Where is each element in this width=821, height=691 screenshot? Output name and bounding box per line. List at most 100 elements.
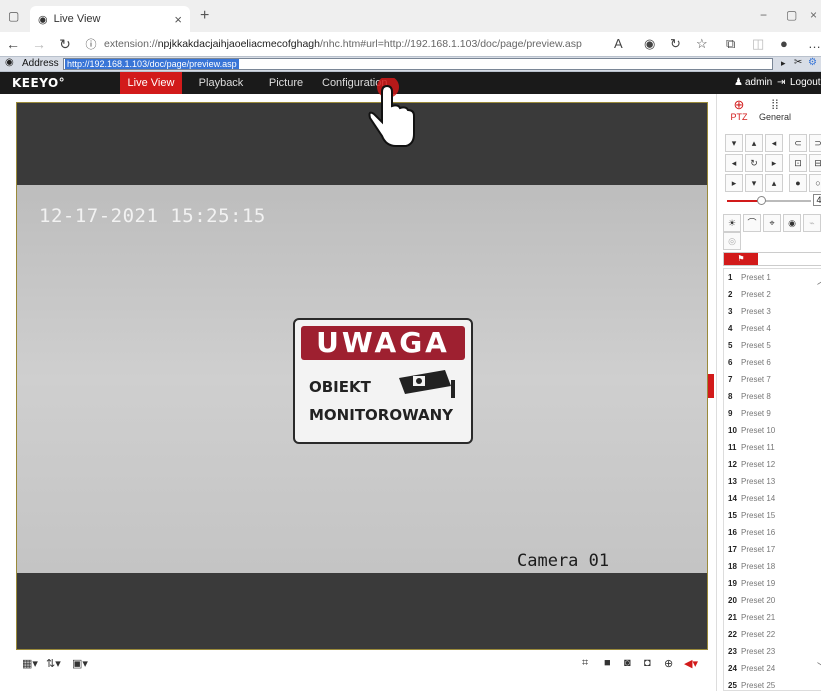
preset-row[interactable]: 19 Preset 19 [724,575,821,592]
collections-icon[interactable]: ⧉ [726,36,735,52]
iris-close-icon[interactable]: ○ [809,174,821,192]
preset-row[interactable]: 9 Preset 9 [724,405,821,422]
logout-icon[interactable]: ⇥ [777,77,785,88]
compat-icon[interactable]: ✂ [794,57,802,68]
preset-row[interactable]: 8 Preset 8 [724,388,821,405]
go-icon[interactable]: ▸ [781,58,786,69]
aspect-icon[interactable]: ▣▾ [72,657,88,670]
tab-close-icon[interactable]: × [174,12,182,27]
url-field[interactable]: extension://npjkkakdacjaihjaoeliacmecofg… [104,38,582,50]
preset-row[interactable]: 16 Preset 16 [724,524,821,541]
panel-collapse-handle[interactable] [708,374,714,398]
tab-live-view[interactable]: Live View [120,72,182,94]
browser-tab[interactable]: ◉ Live View × [30,6,190,32]
preset-row[interactable]: 7 Preset 7 [724,371,821,388]
speed-knob[interactable] [756,196,766,205]
maximize-button[interactable]: ▢ [786,8,797,22]
info-icon[interactable]: ⓘ [78,36,104,52]
tab-picture[interactable]: Picture [260,72,312,94]
preset-label: Preset 18 [741,562,776,571]
preset-tab-icon[interactable]: ⚑ [724,253,758,265]
preset-row[interactable]: 25 Preset 25 [724,677,821,690]
preset-row[interactable]: 5 Preset 5 [724,337,821,354]
zoom-out-icon[interactable]: ⊃ [809,134,821,152]
stop-icon[interactable]: ■ [604,657,611,669]
preset-row[interactable]: 17 Preset 17 [724,541,821,558]
crop-icon[interactable]: ⌗ [582,657,588,670]
tab-general[interactable]: ⁞⁞ General [755,98,795,122]
ptz-auto-icon[interactable]: ↻ [745,154,763,172]
preset-row[interactable]: 15 Preset 15 [724,507,821,524]
favorites-icon[interactable]: ☆ [696,36,708,52]
address-input[interactable]: http://192.168.1.103/doc/page/preview.as… [63,58,773,70]
preset-row[interactable]: 21 Preset 21 [724,609,821,626]
ptz-right-icon[interactable]: ▸ [765,154,783,172]
profile-icon[interactable]: ● [780,36,788,51]
ptz-down-left-icon[interactable]: ▸ [725,174,743,192]
ptz-speed-slider[interactable] [727,196,811,205]
focus-aux-icon[interactable]: ⌖ [763,214,781,232]
read-aloud-icon[interactable]: A [614,36,623,51]
extension-icon[interactable]: ◉ [644,36,655,52]
preset-row[interactable]: 4 Preset 4 [724,320,821,337]
scroll-down-icon[interactable]: ﹀ [817,660,821,673]
zoom-icon[interactable]: ⊕ [664,657,673,670]
preset-row[interactable]: 12 Preset 12 [724,456,821,473]
new-tab-button[interactable]: + [200,7,209,25]
ptz-up-left-icon[interactable]: ▾ [725,134,743,152]
preset-row[interactable]: 14 Preset 14 [724,490,821,507]
iris-open-icon[interactable]: ● [789,174,807,192]
light-icon[interactable]: ☀ [723,214,741,232]
preset-row[interactable]: 10 Preset 10 [724,422,821,439]
preset-label: Preset 7 [741,375,771,384]
minimize-button[interactable]: − [760,8,767,22]
ptz-down-icon[interactable]: ▾ [745,174,763,192]
preset-list[interactable]: 1 Preset 1 2 Preset 2 3 Preset 3 4 Preset 4 5 Pre… [723,268,821,691]
tab-ptz[interactable]: ⊕ PTZ [719,98,759,122]
preset-row[interactable]: 13 Preset 13 [724,473,821,490]
preset-row[interactable]: 2 Preset 2 [724,286,821,303]
ie-settings-icon[interactable]: ⚙ [808,57,817,68]
stream-icon[interactable]: ⇅▾ [46,657,61,670]
preset-label: Preset 20 [741,596,776,605]
refresh-icon[interactable]: ↻ [52,36,78,53]
live-video[interactable]: 12-17-2021 15:25:15 UWAGA OBIEKT MONITOR… [16,102,708,650]
record-icon[interactable]: ◘ [644,657,651,669]
preset-number: 23 [728,647,737,656]
preset-row[interactable]: 18 Preset 18 [724,558,821,575]
manual-track-icon[interactable]: ◎ [723,232,741,250]
preset-row[interactable]: 24 Preset 24 [724,660,821,677]
focus-far-icon[interactable]: ⊟ [809,154,821,172]
camera-image: 12-17-2021 15:25:15 UWAGA OBIEKT MONITOR… [17,185,707,573]
ptz-left-icon[interactable]: ◂ [725,154,743,172]
preset-row[interactable]: 11 Preset 11 [724,439,821,456]
init-lens-icon[interactable]: ◉ [783,214,801,232]
snapshot-icon[interactable]: ◙ [624,657,631,669]
ptz-up-icon[interactable]: ▴ [745,134,763,152]
more-icon[interactable]: … [808,36,821,51]
refresh-page-icon[interactable]: ↻ [670,36,681,52]
aux-icon[interactable]: ⌁ [803,214,821,232]
tab-actions-icon[interactable]: ▢ [8,9,19,23]
scroll-up-icon[interactable]: ︿ [817,274,821,287]
back-icon[interactable]: ← [0,36,26,52]
preset-row[interactable]: 22 Preset 22 [724,626,821,643]
focus-near-icon[interactable]: ⊡ [789,154,807,172]
zoom-in-icon[interactable]: ⊂ [789,134,807,152]
ptz-up-right-icon[interactable]: ◂ [765,134,783,152]
preset-row[interactable]: 1 Preset 1 [724,269,821,286]
ptz-down-right-icon[interactable]: ▴ [765,174,783,192]
wiper-icon[interactable]: ⌒ [743,214,761,232]
window-layout-icon[interactable]: ▦▾ [22,657,38,670]
browser-ext-icon[interactable]: ◫ [752,36,764,52]
preset-row[interactable]: 23 Preset 23 [724,643,821,660]
tab-playback[interactable]: Playback [194,72,248,94]
audio-icon[interactable]: ◀▾ [684,657,698,670]
close-window-button[interactable]: × [810,8,817,22]
forward-icon[interactable]: → [26,36,52,52]
preset-row[interactable]: 3 Preset 3 [724,303,821,320]
preset-row[interactable]: 20 Preset 20 [724,592,821,609]
logout-link[interactable]: Logout [790,77,821,88]
preset-label: Preset 11 [741,443,775,452]
preset-row[interactable]: 6 Preset 6 [724,354,821,371]
